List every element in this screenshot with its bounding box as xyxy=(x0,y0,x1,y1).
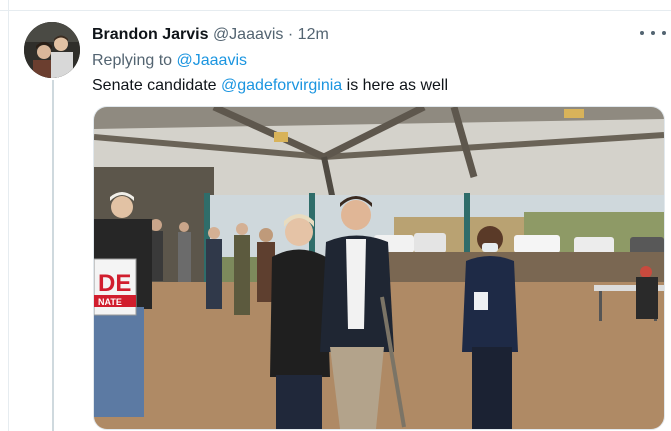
parked-car xyxy=(514,235,560,253)
arena-fence xyxy=(384,252,664,282)
top-divider xyxy=(0,10,671,11)
more-dot-icon xyxy=(662,31,666,35)
more-options-button[interactable] xyxy=(640,26,666,40)
woman-pants xyxy=(276,375,322,429)
tweet-text-before: Senate candidate xyxy=(92,77,217,94)
woman-jacket xyxy=(270,249,330,377)
sign-text-small: NATE xyxy=(98,297,122,307)
avatar[interactable] xyxy=(24,22,80,78)
crowd-person xyxy=(234,235,250,315)
display-name[interactable]: Brandon Jarvis xyxy=(92,26,208,43)
photo-scene: DE NATE xyxy=(94,107,664,429)
crowd-head xyxy=(236,223,248,235)
woman-head xyxy=(285,218,313,246)
crowd-person xyxy=(206,239,222,309)
ceiling-light xyxy=(274,132,288,142)
parked-car xyxy=(414,233,446,253)
man-right-pants xyxy=(472,347,512,429)
thread-connector-line xyxy=(52,80,54,431)
table-leg xyxy=(599,291,602,321)
reply-to-mention-link[interactable]: @Jaaavis xyxy=(177,52,248,69)
replying-to-line: Replying to @Jaaavis xyxy=(92,51,247,71)
user-handle[interactable]: @Jaaavis xyxy=(213,26,284,43)
seated-person xyxy=(636,277,658,319)
face-mask xyxy=(482,243,498,252)
crowd-head xyxy=(179,222,189,232)
tweet-photo[interactable]: DE NATE xyxy=(93,106,665,430)
crowd-head xyxy=(208,227,220,239)
man-right-jacket xyxy=(462,256,518,352)
man-left-jeans xyxy=(94,307,144,417)
sign-text-large: DE xyxy=(98,270,131,297)
more-dot-icon xyxy=(651,31,655,35)
replying-to-label: Replying to xyxy=(92,52,173,69)
tweet-header: Brandon Jarvis @Jaaavis · 12m xyxy=(92,25,329,45)
more-dot-icon xyxy=(640,31,644,35)
tweet-text-after: is here as well xyxy=(346,77,449,94)
paper-in-hand xyxy=(474,292,488,310)
man-left-head xyxy=(111,196,133,218)
ceiling-light xyxy=(564,109,584,118)
crowd-head xyxy=(259,228,273,242)
candidate-head xyxy=(341,200,371,230)
crowd-person xyxy=(178,232,191,282)
separator-dot: · xyxy=(287,26,294,43)
timeline-left-border xyxy=(8,0,9,431)
timestamp[interactable]: 12m xyxy=(298,26,329,43)
tweet-text: Senate candidate @gadeforvirginia is her… xyxy=(92,76,448,96)
candidate-shirt xyxy=(346,239,366,329)
tweet-mention-link[interactable]: @gadeforvirginia xyxy=(221,77,342,94)
person-cap xyxy=(640,266,652,278)
